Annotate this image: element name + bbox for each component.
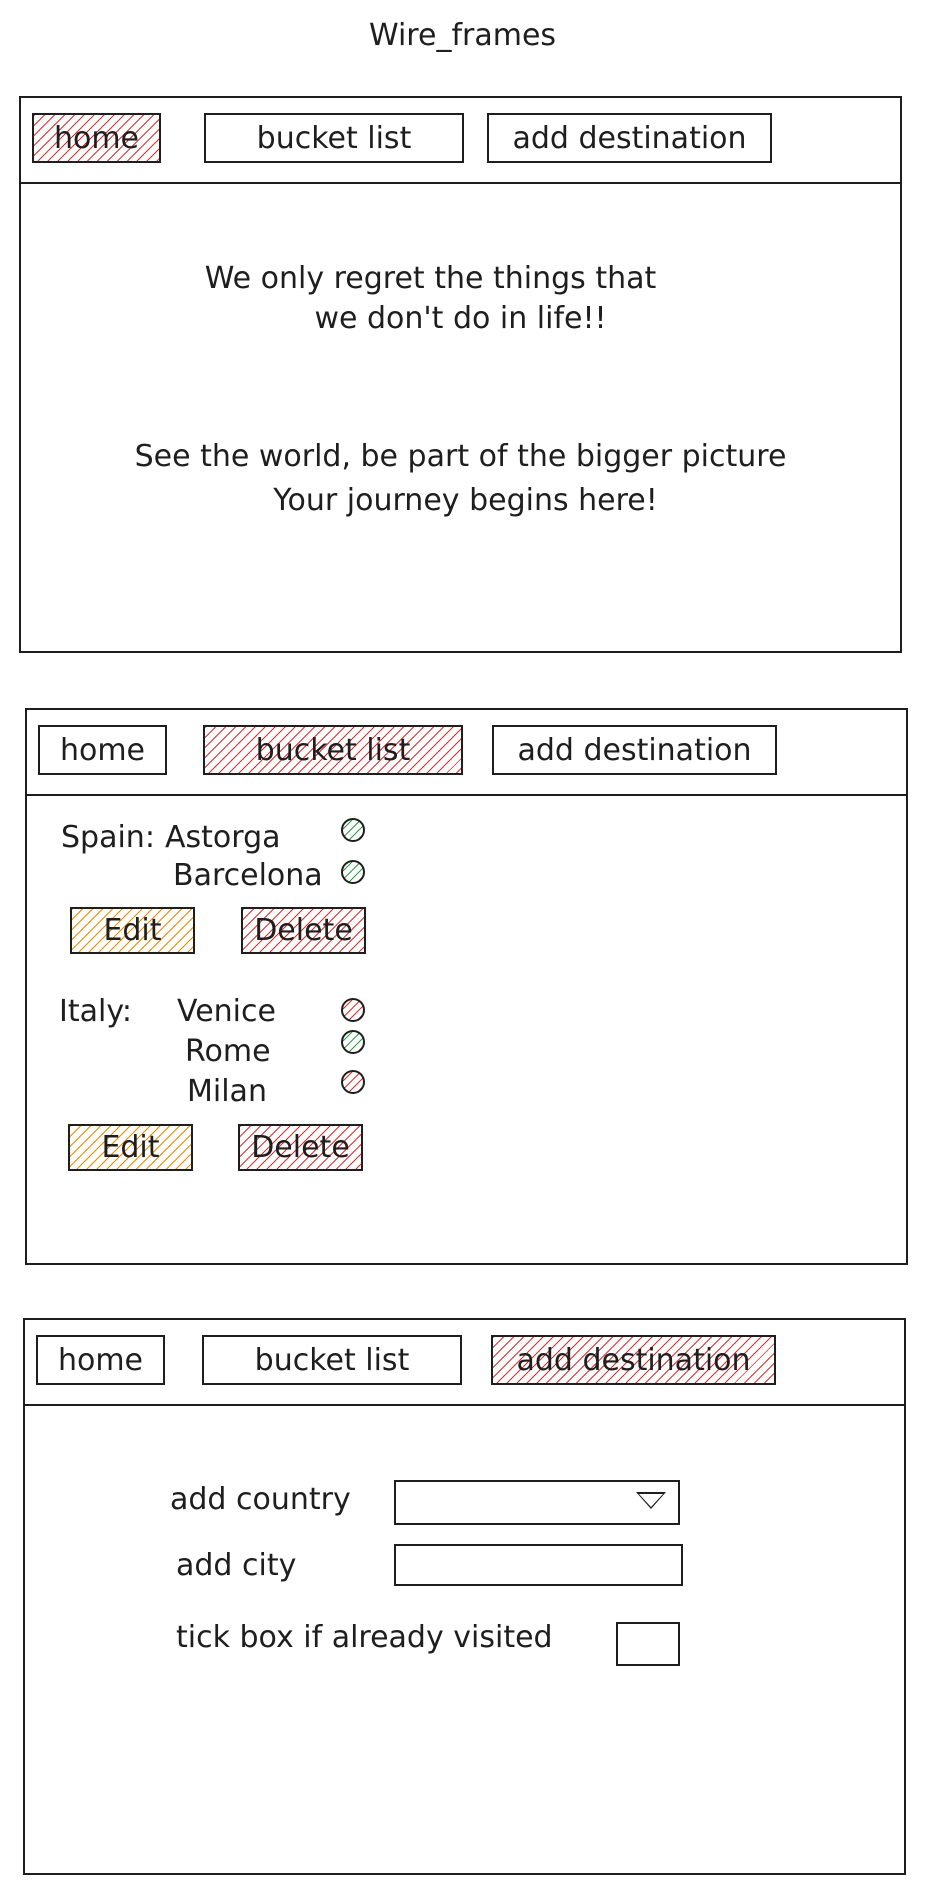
tab-home[interactable]: home bbox=[36, 1335, 165, 1385]
city-name: Barcelona bbox=[173, 858, 323, 893]
tab-bucket-list[interactable]: bucket list bbox=[202, 1335, 462, 1385]
city-name: Astorga bbox=[165, 820, 281, 855]
visited-status-icon[interactable] bbox=[341, 818, 365, 842]
city-name: Milan bbox=[187, 1074, 267, 1109]
tagline-line-2: Your journey begins here! bbox=[273, 483, 658, 518]
visited-checkbox-label: tick box if already visited bbox=[176, 1620, 553, 1655]
delete-button[interactable]: Delete bbox=[241, 907, 366, 954]
navbar: home bucket list add destination bbox=[27, 710, 906, 796]
not-visited-status-icon[interactable] bbox=[341, 1070, 365, 1094]
add-city-label: add city bbox=[176, 1548, 297, 1583]
add-destination-wireframe: home bucket list add destination add cou… bbox=[23, 1318, 906, 1875]
home-wireframe: home bucket list add destination We only… bbox=[19, 96, 902, 653]
country-label: Italy: bbox=[59, 994, 133, 1029]
country-label: Spain: bbox=[61, 820, 155, 855]
tab-add-destination[interactable]: add destination bbox=[492, 725, 777, 775]
delete-button[interactable]: Delete bbox=[238, 1124, 363, 1171]
city-name: Rome bbox=[185, 1034, 271, 1069]
page-title: Wire_frames bbox=[368, 18, 557, 53]
chevron-down-icon[interactable] bbox=[636, 1492, 666, 1509]
visited-status-icon[interactable] bbox=[341, 1030, 365, 1054]
tab-add-destination[interactable]: add destination bbox=[487, 113, 772, 163]
bucket-list-wireframe: home bucket list add destination Spain: … bbox=[25, 708, 908, 1265]
city-name: Venice bbox=[177, 994, 276, 1029]
tab-bucket-list[interactable]: bucket list bbox=[204, 113, 464, 163]
tab-home[interactable]: home bbox=[38, 725, 167, 775]
navbar: home bucket list add destination bbox=[21, 98, 900, 184]
city-input[interactable] bbox=[394, 1544, 683, 1586]
tab-add-destination[interactable]: add destination bbox=[491, 1335, 776, 1385]
not-visited-status-icon[interactable] bbox=[341, 998, 365, 1022]
visited-status-icon[interactable] bbox=[341, 860, 365, 884]
tagline-line-1: See the world, be part of the bigger pic… bbox=[134, 439, 787, 474]
quote-line-1: We only regret the things that bbox=[204, 261, 657, 296]
edit-button[interactable]: Edit bbox=[70, 907, 195, 954]
add-country-label: add country bbox=[170, 1482, 351, 1517]
tab-home[interactable]: home bbox=[32, 113, 161, 163]
edit-button[interactable]: Edit bbox=[68, 1124, 193, 1171]
navbar: home bucket list add destination bbox=[25, 1320, 904, 1406]
tab-bucket-list[interactable]: bucket list bbox=[203, 725, 463, 775]
country-select[interactable] bbox=[394, 1480, 680, 1525]
quote-line-2: we don't do in life!! bbox=[314, 301, 607, 336]
visited-checkbox[interactable] bbox=[616, 1622, 680, 1666]
